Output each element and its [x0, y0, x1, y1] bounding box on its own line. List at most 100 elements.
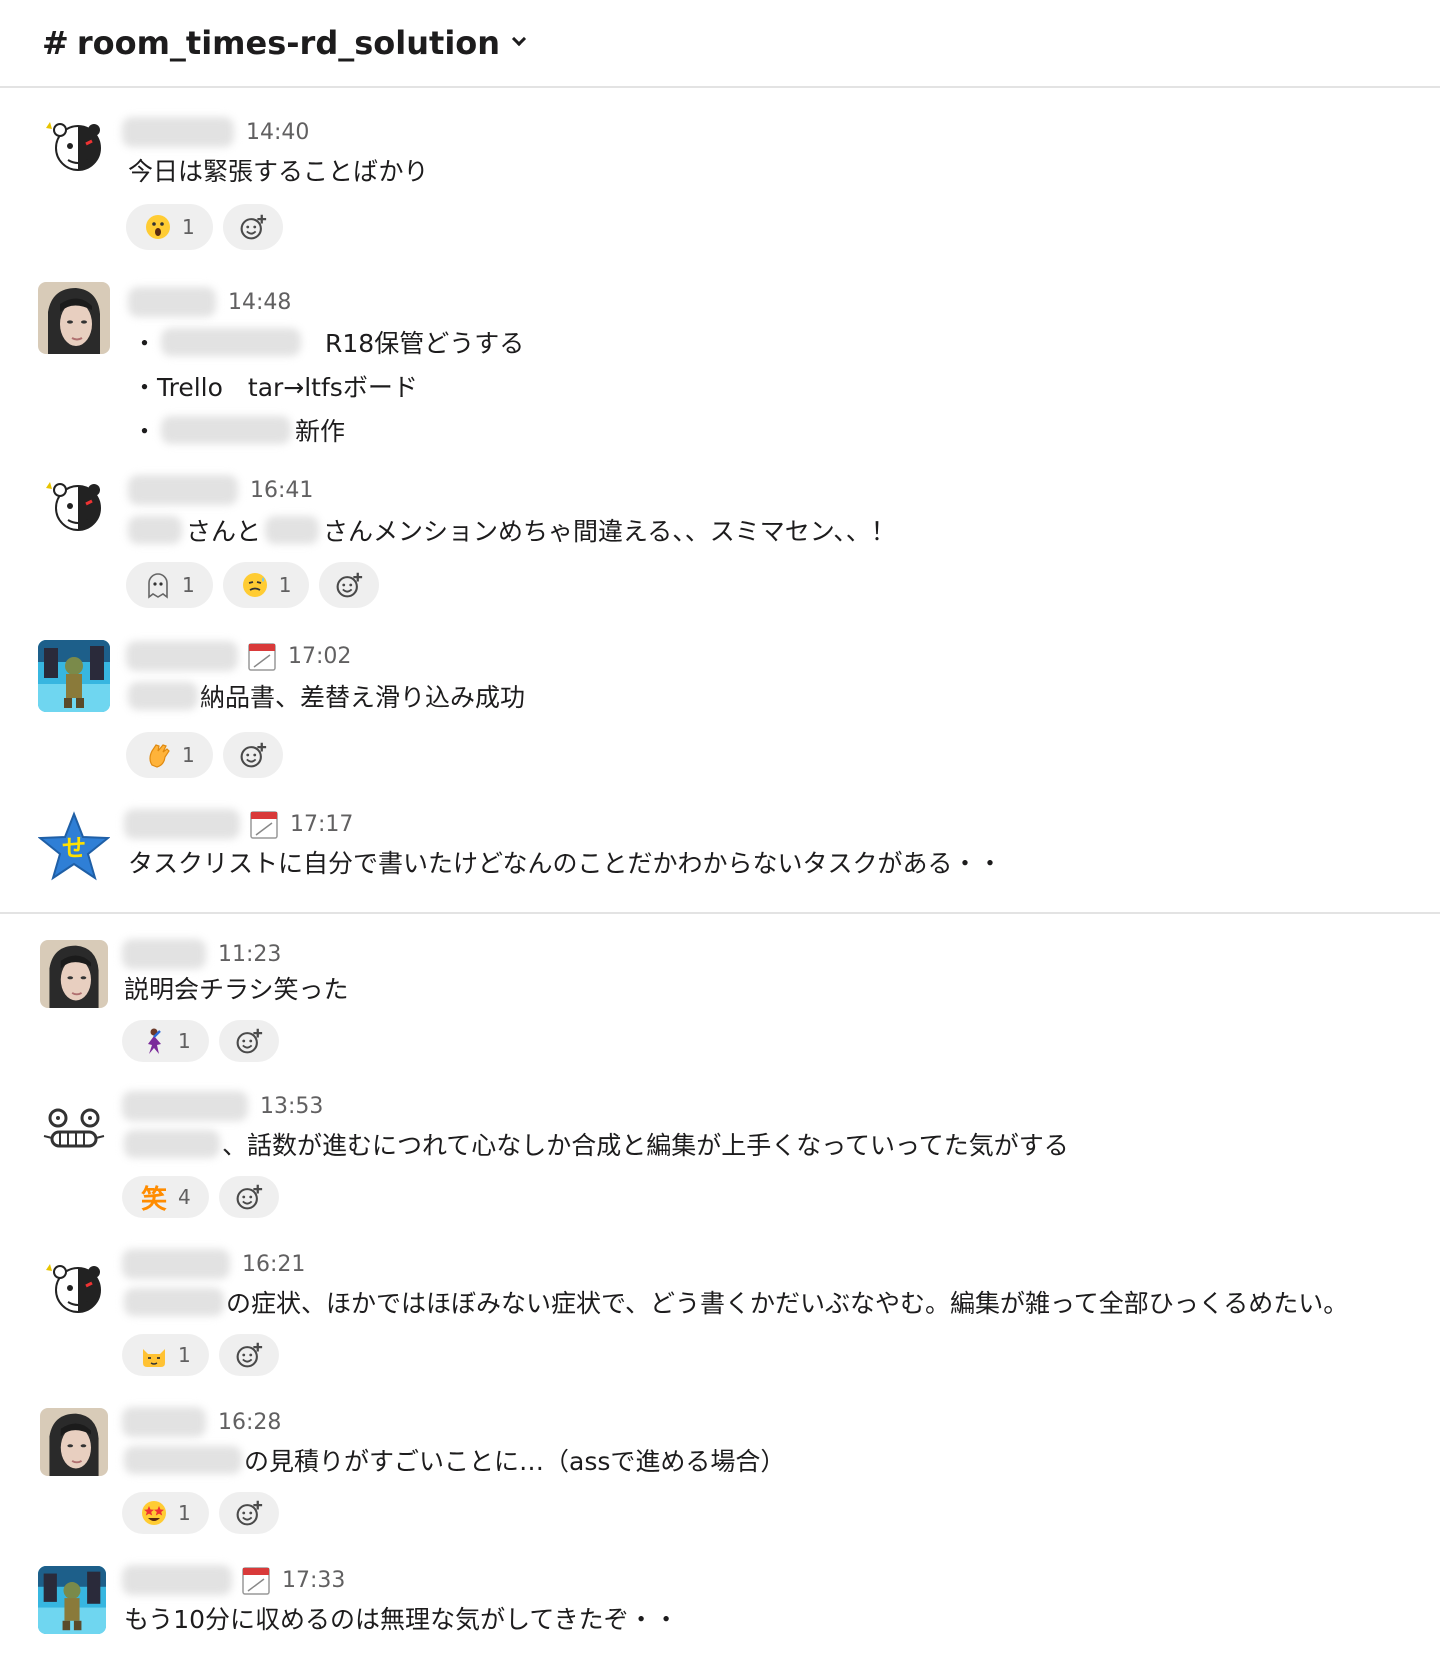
star-eyes-face-icon [142, 1501, 166, 1525]
calendar-status-icon[interactable] [248, 641, 276, 671]
day-divider [0, 912, 1440, 914]
add-emoji-icon [235, 1341, 263, 1369]
bullet: ・ [132, 329, 158, 358]
redacted-text [161, 416, 292, 444]
reaction-count: 1 [178, 1029, 191, 1053]
message-timestamp[interactable]: 16:28 [218, 1410, 281, 1435]
avatar-woman-icon[interactable] [40, 1408, 108, 1476]
message-text: さんと [186, 517, 262, 546]
message-timestamp[interactable]: 11:23 [218, 942, 281, 967]
message-timestamp[interactable]: 13:53 [260, 1094, 323, 1119]
add-reaction-button[interactable] [218, 1334, 279, 1376]
message-text: さんメンションめちゃ間違える、、スミマセン、、！ [323, 517, 896, 546]
reaction-pill[interactable]: 1 [126, 204, 213, 250]
clap-hands-icon [149, 744, 170, 768]
message-timestamp[interactable]: 14:40 [246, 120, 309, 145]
sender-name[interactable] [126, 641, 238, 671]
avatar-bear-icon[interactable] [38, 468, 110, 540]
astonished-face-icon [146, 215, 170, 239]
message-timestamp[interactable]: 14:48 [228, 290, 291, 315]
avatar-mask-icon[interactable] [38, 1092, 110, 1164]
message-text: 新作 [295, 417, 346, 446]
add-reaction-button[interactable] [222, 732, 283, 778]
reaction-count: 1 [182, 743, 195, 767]
reaction-count: 1 [178, 1343, 191, 1367]
redacted-text [124, 1446, 242, 1474]
message-text: の症状、ほかではほぼみない症状で、どう書くかだいぶなやむ。編集が雑って全部ひっく… [226, 1289, 1349, 1318]
add-reaction-button[interactable] [319, 562, 380, 608]
redacted-text [161, 328, 302, 356]
avatar-robot-icon[interactable] [38, 1566, 106, 1634]
redacted-mention [265, 516, 320, 544]
add-reaction-button[interactable] [218, 1176, 279, 1218]
sender-name[interactable] [122, 117, 234, 147]
dancer-icon [148, 1028, 161, 1054]
chevron-down-icon[interactable] [511, 31, 527, 47]
avatar-woman-icon[interactable] [38, 282, 110, 354]
sender-name[interactable] [122, 1565, 232, 1595]
sender-name[interactable] [122, 1091, 248, 1121]
add-emoji-icon [335, 571, 363, 599]
reaction-pill[interactable]: 1 [122, 1492, 209, 1534]
message-text: 今日は緊張することばかり [128, 157, 429, 186]
redacted-text [124, 1130, 220, 1158]
add-emoji-icon [239, 213, 267, 241]
message-timestamp[interactable]: 16:21 [242, 1252, 305, 1277]
add-emoji-icon [235, 1183, 263, 1211]
reaction-pill[interactable]: 1 [126, 562, 213, 608]
message-timestamp[interactable]: 17:02 [288, 644, 351, 669]
add-reaction-button[interactable] [218, 1492, 279, 1534]
reaction-pill[interactable]: 1 [126, 732, 213, 778]
avatar-woman-icon[interactable] [40, 940, 108, 1008]
channel-name: room_times-rd_solution [76, 24, 501, 62]
bullet: ・ [132, 417, 158, 446]
message-text: 、話数が進むにつれて心なしか合成と編集が上手くなっていってた気がする [222, 1131, 1069, 1160]
message-text-line: 納品書、差替え滑り込み成功 [128, 678, 525, 714]
calendar-status-icon[interactable] [250, 809, 278, 839]
add-reaction-button[interactable] [222, 204, 283, 250]
channel-hash: # [42, 24, 69, 62]
sender-name[interactable] [122, 939, 206, 969]
reaction-pill[interactable]: 1 [222, 562, 310, 608]
reaction-pill[interactable]: 笑 4 [122, 1176, 209, 1218]
message-text-line: さんと さんメンションめちゃ間違える、、スミマセン、、！ [128, 512, 896, 548]
channel-name-button[interactable]: # room_times-rd_solution [42, 24, 527, 62]
sender-name[interactable] [124, 809, 240, 839]
reaction-pill[interactable]: 1 [122, 1334, 209, 1376]
avatar-bear-icon[interactable] [38, 108, 110, 180]
reaction-count: 1 [178, 1501, 191, 1525]
add-emoji-icon [239, 741, 267, 769]
bullet-line: ・ R18保管どうする [132, 324, 524, 360]
calendar-status-icon[interactable] [242, 1565, 270, 1595]
message-timestamp[interactable]: 16:41 [250, 478, 313, 503]
sender-name[interactable] [122, 1407, 206, 1437]
message-text-line: の症状、ほかではほぼみない症状で、どう書くかだいぶなやむ。編集が雑って全部ひっく… [124, 1284, 1348, 1320]
sender-name[interactable] [128, 287, 216, 317]
message-text: R18保管どうする [325, 329, 525, 358]
avatar-bear-icon[interactable] [38, 1250, 110, 1322]
message-text-line: の見積りがすごいことに…（assで進める場合） [124, 1442, 785, 1478]
sender-name[interactable] [122, 1249, 230, 1279]
sender-name[interactable] [128, 475, 238, 505]
message-text: 納品書、差替え滑り込み成功 [200, 683, 526, 712]
reaction-count: 1 [182, 573, 195, 597]
avatar-star-icon[interactable] [38, 810, 110, 882]
add-reaction-button[interactable] [218, 1020, 279, 1062]
message-text: もう10分に収めるのは無理な気がしてきたぞ・・ [124, 1605, 679, 1634]
redacted-mention [128, 516, 182, 544]
ghost-face-icon [148, 573, 168, 599]
message-timestamp[interactable]: 17:33 [282, 1568, 345, 1593]
message-text: 説明会チラシ笑った [124, 975, 349, 1004]
message-text: ・Trello tar→ltfsボード [132, 373, 418, 402]
reaction-pill[interactable]: 1 [122, 1020, 209, 1062]
message-timestamp[interactable]: 17:17 [290, 812, 353, 837]
cat-face-icon [143, 1349, 165, 1367]
redacted-text [128, 682, 198, 710]
add-emoji-icon [235, 1499, 263, 1527]
reaction-count: 1 [278, 573, 292, 597]
message-text: の見積りがすごいことに…（assで進める場合） [244, 1447, 786, 1476]
avatar-robot-icon[interactable] [38, 640, 110, 712]
redacted-text [124, 1288, 224, 1316]
reaction-count: 1 [182, 215, 195, 239]
warai-kanji-icon: 笑 [140, 1184, 167, 1215]
